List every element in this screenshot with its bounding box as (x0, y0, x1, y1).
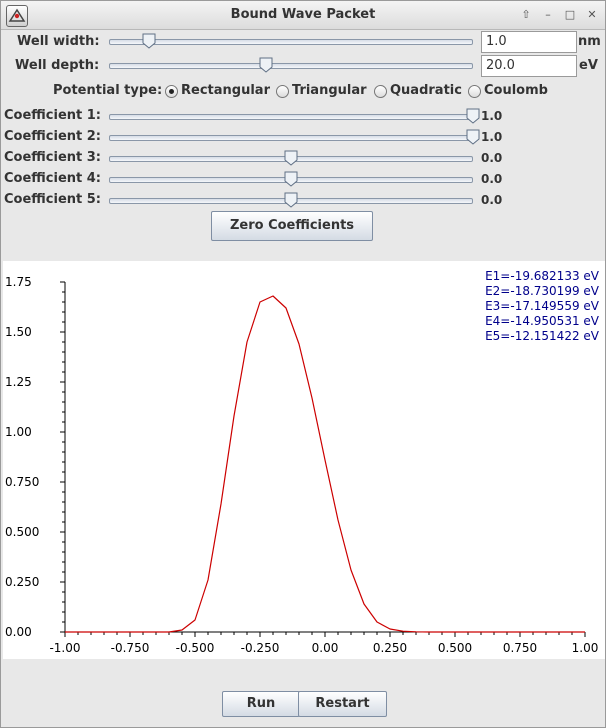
maximize-icon[interactable]: □ (561, 6, 579, 24)
coefficient-2-slider[interactable] (109, 129, 480, 145)
coefficient-2-slider-thumb[interactable] (466, 129, 480, 145)
y-tick-label: 1.50 (5, 325, 32, 339)
radio-triangular-label[interactable]: Triangular (292, 83, 367, 98)
zero-coefficients-button[interactable]: Zero Coefficients (211, 211, 373, 241)
main-window: Bound Wave Packet ⇧ – □ ✕ Well width: 1.… (0, 0, 606, 728)
y-tick-label: 1.25 (5, 375, 32, 389)
radio-quadratic[interactable] (374, 85, 387, 98)
well-depth-unit: eV (579, 58, 598, 73)
radio-coulomb[interactable] (468, 85, 481, 98)
coefficient-3-slider-thumb[interactable] (284, 150, 298, 166)
x-tick-label: 1.00 (572, 641, 599, 655)
well-width-slider-thumb[interactable] (142, 33, 156, 49)
radio-rectangular-label[interactable]: Rectangular (181, 83, 270, 98)
coefficient-4-label: Coefficient 4: (4, 171, 102, 186)
coefficient-1-value: 1.0 (481, 109, 503, 123)
coefficient-1-slider-thumb[interactable] (466, 108, 480, 124)
x-tick-label: -0.750 (111, 641, 150, 655)
potential-type-group: Potential type: Rectangular Triangular Q… (1, 83, 605, 101)
well-width-slider[interactable] (109, 33, 473, 49)
energy-level-2: E2=-18.730199 eV (485, 284, 599, 298)
well-width-label: Well width: (17, 34, 100, 49)
coefficient-3-value: 0.0 (481, 151, 503, 165)
well-depth-slider[interactable] (109, 57, 473, 73)
y-tick-label: 1.00 (5, 425, 32, 439)
radio-rectangular[interactable] (165, 85, 178, 98)
x-tick-label: 0.750 (503, 641, 537, 655)
well-depth-field[interactable]: 20.0 (481, 55, 577, 77)
window-title: Bound Wave Packet (230, 7, 376, 22)
well-width-field[interactable]: 1.0 (481, 31, 577, 53)
radio-quadratic-label[interactable]: Quadratic (390, 83, 462, 98)
y-tick-label: 0.500 (5, 525, 39, 539)
coefficient-5-value: 0.0 (481, 193, 503, 207)
well-width-unit: nm (578, 34, 601, 49)
coefficient-1-slider[interactable] (109, 108, 480, 124)
potential-type-label: Potential type: (53, 83, 163, 98)
wave-packet-plot: 0.00 0.250 0.500 0.750 1.00 1.25 1.50 1.75 -1.00… (3, 261, 605, 659)
x-tick-label: 0.250 (373, 641, 407, 655)
coefficient-2-value: 1.0 (481, 130, 503, 144)
y-tick-label: 1.75 (5, 275, 32, 289)
energy-level-4: E4=-14.950531 eV (485, 314, 599, 328)
shade-icon[interactable]: ⇧ (517, 6, 535, 24)
y-tick-label: 0.00 (5, 625, 32, 639)
coefficient-5-label: Coefficient 5: (4, 192, 102, 207)
close-icon[interactable]: ✕ (583, 6, 601, 24)
run-button[interactable]: Run (222, 691, 300, 717)
wave-packet-curve (65, 295, 585, 633)
coefficient-4-slider[interactable] (109, 171, 473, 187)
well-depth-slider-thumb[interactable] (259, 57, 273, 73)
y-tick-label: 0.250 (5, 575, 39, 589)
radio-coulomb-label[interactable]: Coulomb (484, 83, 548, 98)
x-tick-label: 0.500 (438, 641, 472, 655)
y-tick-label: 0.750 (5, 475, 39, 489)
coefficient-2-label: Coefficient 2: (4, 129, 102, 144)
title-bar: Bound Wave Packet ⇧ – □ ✕ (1, 1, 605, 30)
coefficient-4-value: 0.0 (481, 172, 503, 186)
well-depth-label: Well depth: (15, 58, 100, 73)
coefficient-5-slider-thumb[interactable] (284, 192, 298, 208)
energy-level-5: E5=-12.151422 eV (485, 329, 599, 343)
energy-level-1: E1=-19.682133 eV (485, 269, 599, 283)
x-tick-label: -0.500 (176, 641, 215, 655)
minimize-icon[interactable]: – (539, 6, 557, 24)
x-tick-label: 0.00 (312, 641, 339, 655)
x-tick-label: -1.00 (49, 641, 80, 655)
coefficient-3-slider[interactable] (109, 150, 473, 166)
coefficient-3-label: Coefficient 3: (4, 150, 102, 165)
coefficient-1-label: Coefficient 1: (4, 108, 102, 123)
radio-triangular[interactable] (276, 85, 289, 98)
restart-button[interactable]: Restart (298, 691, 387, 717)
coefficient-5-slider[interactable] (109, 192, 473, 208)
coefficient-4-slider-thumb[interactable] (284, 171, 298, 187)
energy-level-3: E3=-17.149559 eV (485, 299, 599, 313)
x-tick-label: -0.250 (241, 641, 280, 655)
